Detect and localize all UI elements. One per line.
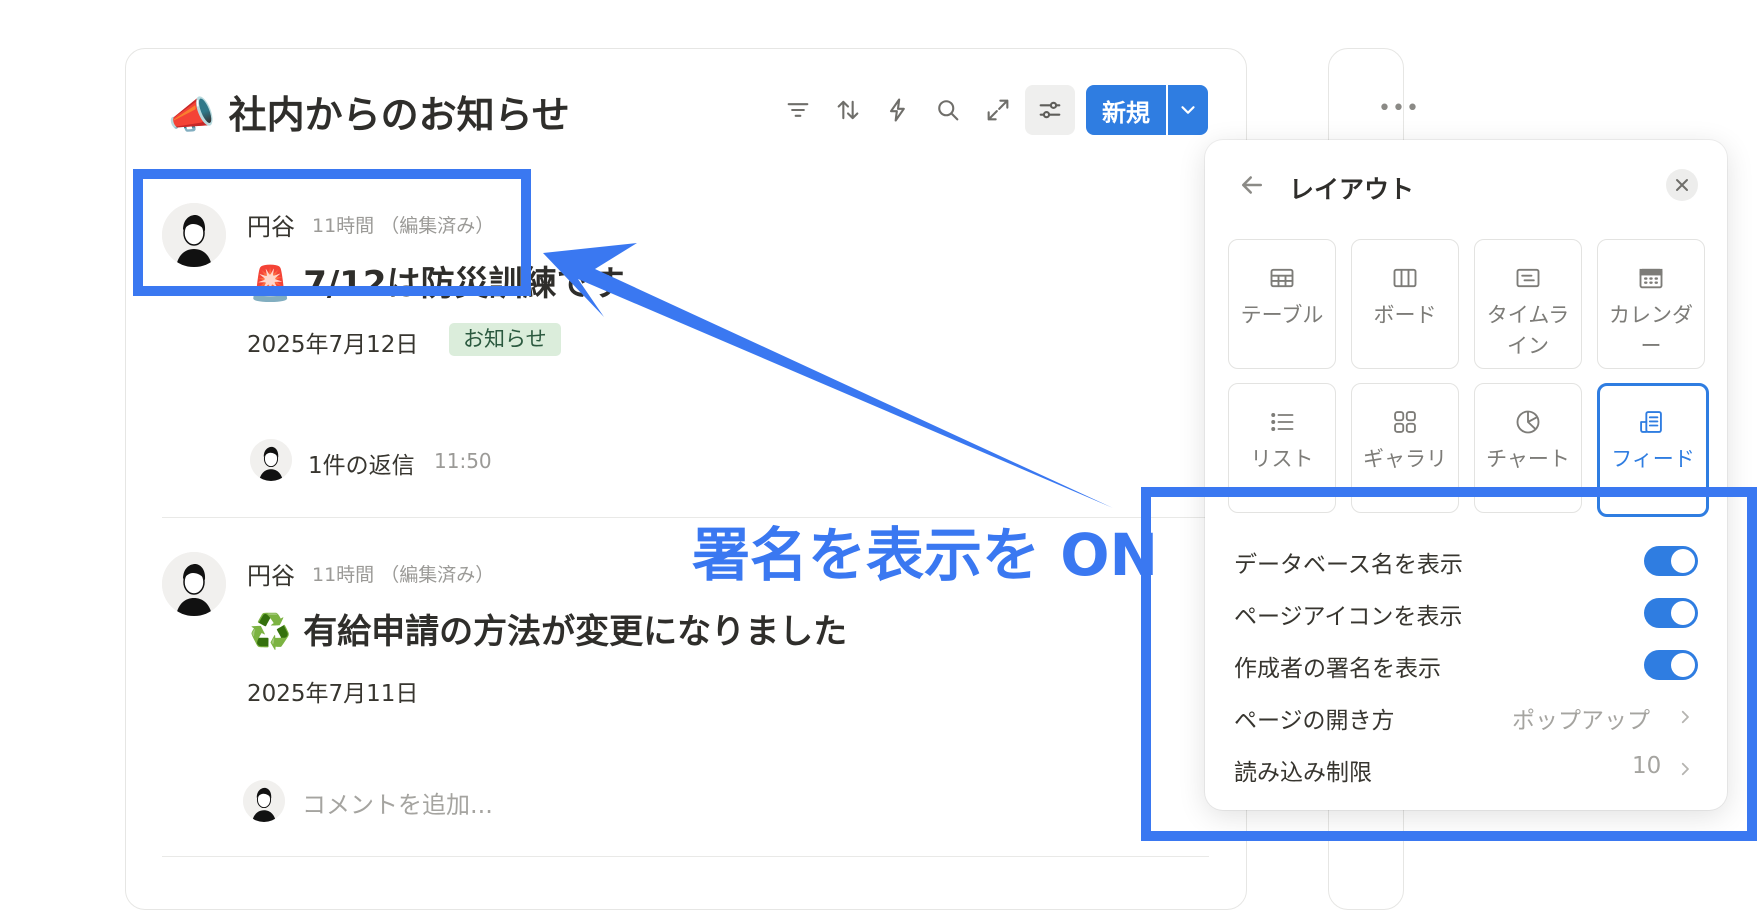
database-icon: 📣 — [168, 93, 216, 137]
comment-avatar — [243, 780, 285, 822]
timeline-icon — [1514, 264, 1542, 292]
calendar-icon — [1637, 264, 1665, 292]
layout-option-label: タイムライン — [1486, 303, 1570, 358]
post-title[interactable]: ♻️ 有給申請の方法が変更になりました — [249, 604, 847, 653]
status-badge: お知らせ — [449, 323, 561, 356]
layout-option-label: カレンダー — [1609, 303, 1693, 358]
expand-icon[interactable] — [984, 96, 1012, 124]
layout-option-timeline[interactable]: タイムライン — [1474, 239, 1582, 369]
feed-icon — [1637, 408, 1665, 436]
layout-option-label: チャート — [1486, 447, 1570, 471]
board-icon — [1391, 264, 1419, 292]
reply-count-link[interactable]: 1件の返信 — [308, 446, 415, 480]
table-icon — [1268, 264, 1296, 292]
post-divider — [162, 856, 1209, 857]
close-icon[interactable] — [1666, 169, 1698, 201]
layout-option-table[interactable]: テーブル — [1228, 239, 1336, 369]
post-meta: 11時間 （編集済み） — [312, 564, 495, 586]
database-title[interactable]: 📣 社内からのお知らせ — [168, 84, 570, 139]
more-options-icon[interactable]: ••• — [1378, 96, 1420, 121]
database-title-text: 社内からのお知らせ — [228, 93, 570, 137]
layout-option-label: リスト — [1250, 447, 1314, 471]
post-title-icon: ♻️ — [249, 612, 292, 652]
layout-option-calendar[interactable]: カレンダー — [1597, 239, 1705, 369]
highlight-box-signature — [133, 169, 531, 296]
layout-option-label: ギャラリ — [1363, 447, 1447, 471]
back-arrow-icon[interactable] — [1237, 170, 1267, 200]
filter-icon[interactable] — [784, 96, 812, 124]
post-author: 円谷 — [247, 562, 295, 590]
post-date: 2025年7月12日 — [247, 332, 419, 358]
panel-title: レイアウト — [1289, 175, 1415, 204]
annotation-label: 署名を表示を ON — [692, 521, 1159, 589]
layout-option-board[interactable]: ボード — [1351, 239, 1459, 369]
comment-input[interactable]: コメントを追加... — [302, 785, 493, 820]
post-title-text: 有給申請の方法が変更になりました — [303, 612, 848, 652]
layout-option-label: テーブル — [1240, 303, 1324, 327]
avatar[interactable] — [162, 552, 226, 616]
chart-icon — [1514, 408, 1542, 436]
layout-option-label: ボード — [1373, 303, 1437, 327]
new-dropdown-button[interactable] — [1168, 85, 1208, 135]
post-date: 2025年7月11日 — [247, 681, 419, 707]
automation-icon[interactable] — [884, 96, 912, 124]
settings-icon[interactable] — [1025, 85, 1075, 135]
gallery-icon — [1391, 408, 1419, 436]
highlight-box-settings — [1141, 487, 1757, 841]
layout-option-label: フィード — [1611, 447, 1695, 471]
search-icon[interactable] — [934, 96, 962, 124]
reply-avatar — [250, 439, 292, 481]
list-icon — [1268, 408, 1296, 436]
new-button[interactable]: 新規 — [1086, 85, 1166, 135]
reply-time: 11:50 — [434, 449, 492, 473]
sort-icon[interactable] — [834, 96, 862, 124]
